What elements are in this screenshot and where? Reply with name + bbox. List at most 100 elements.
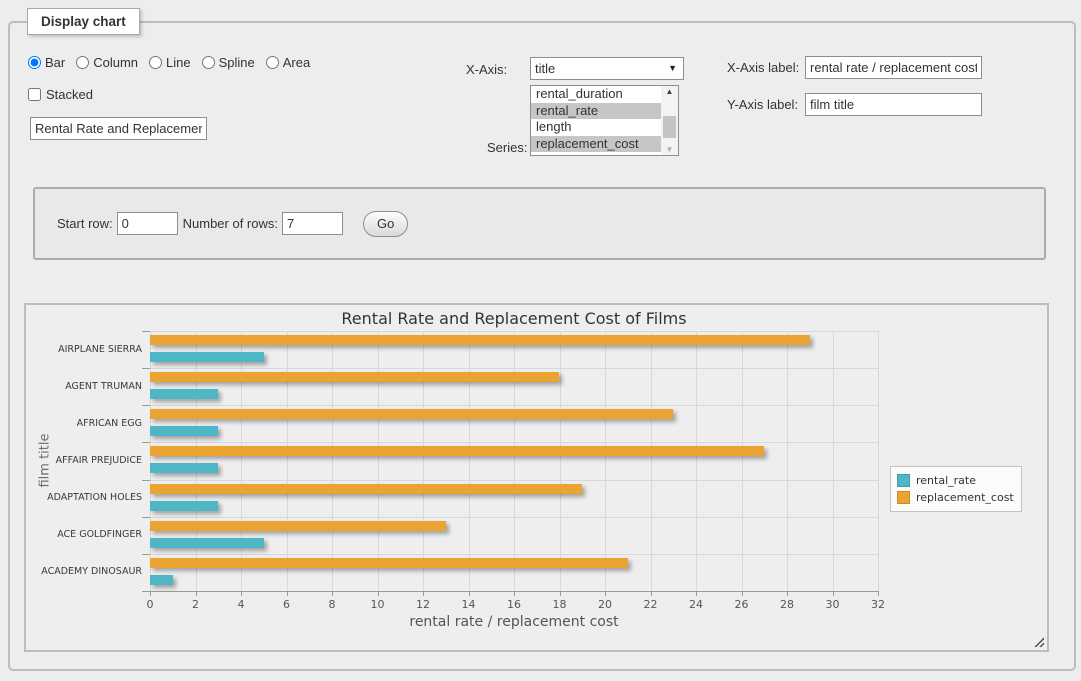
chart-type-text-column: Column <box>93 55 138 70</box>
num-rows-input[interactable] <box>282 212 343 235</box>
chart-type-radios: Bar Column Line Spline Area <box>28 55 310 70</box>
category-label: AGENT TRUMAN <box>30 381 142 392</box>
gridline-y <box>150 480 878 481</box>
y-tick <box>142 554 150 555</box>
gridline-x <box>696 331 697 591</box>
gridline-y <box>150 591 878 592</box>
bar-replacement_cost <box>150 409 673 419</box>
chart-type-text-bar: Bar <box>45 55 65 70</box>
scroll-up-icon[interactable]: ▲ <box>661 87 678 96</box>
x-tick-label: 20 <box>585 598 625 611</box>
gridline-x <box>560 331 561 591</box>
gridline-x <box>287 331 288 591</box>
x-tick-label: 6 <box>267 598 307 611</box>
legend-item-rental_rate[interactable]: rental_rate <box>897 472 1014 489</box>
gridline-x <box>742 331 743 591</box>
chart-panel: Rental Rate and Replacement Cost of Film… <box>24 303 1049 652</box>
bar-rental_rate <box>150 352 264 362</box>
chart-canvas: Rental Rate and Replacement Cost of Film… <box>26 305 1047 650</box>
x-tick-label: 16 <box>494 598 534 611</box>
gridline-y <box>150 517 878 518</box>
gridline-x <box>378 331 379 591</box>
gridline-y <box>150 368 878 369</box>
chart-type-option-spline[interactable]: Spline <box>202 55 255 70</box>
scrollbar-thumb[interactable] <box>663 116 676 138</box>
scroll-down-icon[interactable]: ▼ <box>661 145 678 154</box>
chart-x-axis-title: rental rate / replacement cost <box>150 614 878 630</box>
y-tick <box>142 591 150 592</box>
gridline-x <box>241 331 242 591</box>
gridline-x <box>423 331 424 591</box>
y-tick <box>142 480 150 481</box>
radio-line[interactable] <box>149 56 162 69</box>
x-tick-label: 30 <box>813 598 853 611</box>
legend-item-replacement_cost[interactable]: replacement_cost <box>897 489 1014 506</box>
gridline-x <box>469 331 470 591</box>
stacked-label: Stacked <box>46 87 93 102</box>
x-axis-label-label: X-Axis label: <box>727 60 799 75</box>
bar-replacement_cost <box>150 521 446 531</box>
gridline-x <box>787 331 788 591</box>
bar-rental_rate <box>150 463 218 473</box>
bar-replacement_cost <box>150 372 559 382</box>
x-tick-label: 8 <box>312 598 352 611</box>
x-tick-label: 22 <box>631 598 671 611</box>
series-option-length[interactable]: length <box>531 119 661 136</box>
x-tick-label: 10 <box>358 598 398 611</box>
x-tick-label: 24 <box>676 598 716 611</box>
x-axis-select[interactable]: title <box>530 57 684 80</box>
radio-spline[interactable] <box>202 56 215 69</box>
legend-text: replacement_cost <box>916 491 1014 504</box>
category-label: ACADEMY DINOSAUR <box>30 566 142 577</box>
page: { "panel": { "title": "Display chart" },… <box>0 0 1081 681</box>
gridline-x <box>833 331 834 591</box>
x-axis-select-wrap: title ▼ <box>530 57 684 80</box>
chart-title-input[interactable] <box>30 117 207 140</box>
chart-type-text-line: Line <box>166 55 191 70</box>
y-tick <box>142 368 150 369</box>
y-tick <box>142 405 150 406</box>
series-option-rental_duration[interactable]: rental_duration <box>531 86 661 103</box>
x-tick-label: 12 <box>403 598 443 611</box>
gridline-x <box>605 331 606 591</box>
bar-rental_rate <box>150 389 218 399</box>
gridline-y <box>150 554 878 555</box>
num-rows-label: Number of rows: <box>183 216 278 231</box>
chart-type-option-column[interactable]: Column <box>76 55 138 70</box>
chart-type-option-line[interactable]: Line <box>149 55 191 70</box>
gridline-x <box>150 331 151 591</box>
radio-column[interactable] <box>76 56 89 69</box>
series-listbox-items: rental_durationrental_ratelengthreplacem… <box>531 86 678 152</box>
go-button[interactable]: Go <box>363 211 408 237</box>
gridline-y <box>150 442 878 443</box>
bar-rental_rate <box>150 538 264 548</box>
x-tick-label: 32 <box>858 598 898 611</box>
gridline-y <box>150 331 878 332</box>
chart-type-option-bar[interactable]: Bar <box>28 55 65 70</box>
x-tick-label: 28 <box>767 598 807 611</box>
y-axis-label-input[interactable] <box>805 93 982 116</box>
radio-area[interactable] <box>266 56 279 69</box>
radio-bar[interactable] <box>28 56 41 69</box>
x-tick <box>878 591 879 596</box>
y-tick <box>142 517 150 518</box>
x-axis-label-input[interactable] <box>805 56 982 79</box>
series-option-rental_rate[interactable]: rental_rate <box>531 103 661 120</box>
bar-rental_rate <box>150 426 218 436</box>
legend-swatch <box>897 491 910 504</box>
gridline-x <box>332 331 333 591</box>
series-listbox[interactable]: rental_durationrental_ratelengthreplacem… <box>530 85 679 156</box>
bar-replacement_cost <box>150 446 764 456</box>
category-label: ACE GOLDFINGER <box>30 529 142 540</box>
bar-replacement_cost <box>150 484 582 494</box>
y-tick <box>142 331 150 332</box>
listbox-scrollbar[interactable]: ▲ ▼ <box>661 86 678 155</box>
gridline-x <box>514 331 515 591</box>
gridline-y <box>150 405 878 406</box>
stacked-checkbox[interactable] <box>28 88 41 101</box>
series-option-replacement_cost[interactable]: replacement_cost <box>531 136 661 153</box>
bar-rental_rate <box>150 575 173 585</box>
start-row-input[interactable] <box>117 212 178 235</box>
chart-type-option-area[interactable]: Area <box>266 55 310 70</box>
category-label: AIRPLANE SIERRA <box>30 344 142 355</box>
